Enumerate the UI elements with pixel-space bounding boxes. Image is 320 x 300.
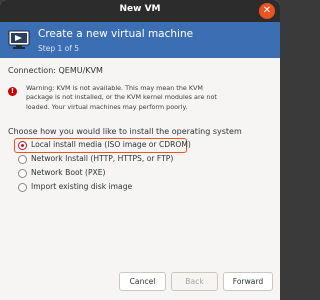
wizard-heading: Create a new virtual machine [38,28,194,40]
title-bar: New VM ✕ [0,0,280,22]
back-button[interactable]: Back [171,272,218,291]
close-button[interactable]: ✕ [259,3,275,19]
new-vm-window: New VM ✕ Create a new virtual machine St… [0,0,280,300]
cancel-button[interactable]: Cancel [119,272,166,291]
warning-text: Warning: KVM is not available. This may … [26,84,268,112]
warning-line: loaded. Your virtual machines may perfor… [26,102,188,111]
radio-button[interactable] [18,169,27,178]
kvm-warning: ! Warning: KVM is not available. This ma… [8,84,270,120]
wizard-header: Create a new virtual machine Step 1 of 5 [0,22,280,58]
window-title: New VM [119,4,161,14]
warning-line: package is not installed, or the KVM ker… [26,93,217,102]
monitor-icon [8,30,30,49]
option-label: Network Boot (PXE) [31,168,106,177]
warning-line: Warning: KVM is not available. This may … [26,84,203,92]
install-method-options: Local install media (ISO image or CDROM)… [14,138,254,194]
error-icon: ! [8,87,17,96]
option-network-install[interactable]: Network Install (HTTP, HTTPS, or FTP) [14,152,254,166]
forward-button[interactable]: Forward [223,272,273,291]
option-network-boot[interactable]: Network Boot (PXE) [14,166,254,180]
close-icon: ✕ [262,5,272,16]
radio-button[interactable] [18,155,27,164]
option-import-disk-image[interactable]: Import existing disk image [14,180,254,194]
connection-label: Connection: QEMU/KVM [8,66,103,75]
option-label: Import existing disk image [31,182,133,191]
radio-button[interactable] [18,183,27,192]
option-label: Network Install (HTTP, HTTPS, or FTP) [31,154,174,163]
radio-button-checked[interactable] [18,141,27,150]
option-label: Local install media (ISO image or CDROM) [31,140,191,149]
option-local-install-media[interactable]: Local install media (ISO image or CDROM) [14,138,254,153]
install-method-prompt: Choose how you would like to install the… [8,127,242,136]
step-indicator: Step 1 of 5 [38,44,80,53]
